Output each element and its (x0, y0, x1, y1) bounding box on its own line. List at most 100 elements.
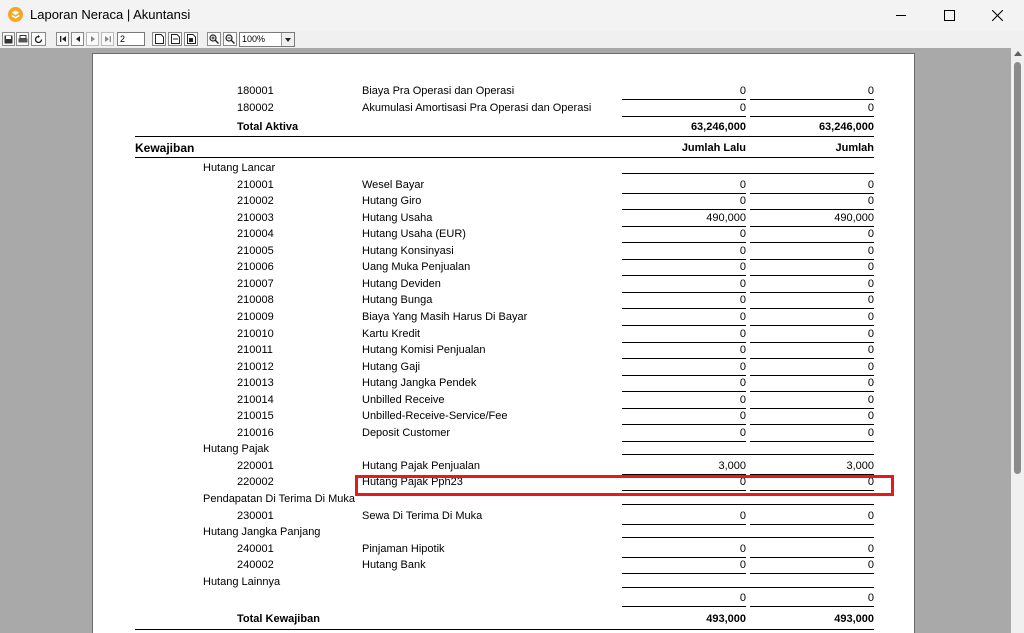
zoom-in-icon (209, 34, 219, 44)
amount-previous-underline (622, 308, 746, 309)
amount-previous: 0 (739, 195, 746, 207)
zoom-value: 100% (242, 34, 266, 44)
amount-previous: 0 (739, 394, 746, 406)
account-code: 240001 (237, 543, 274, 555)
group-underline (622, 504, 874, 505)
amount-previous: 0 (739, 311, 746, 323)
print-button[interactable] (16, 32, 29, 46)
account-code: 180001 (237, 85, 274, 97)
amount-previous: 0 (739, 85, 746, 97)
account-name: Hutang Bunga (362, 294, 433, 306)
minimize-button[interactable] (878, 0, 924, 31)
amount-previous-underline (622, 99, 746, 100)
total-aktiva-previous: 63,246,000 (690, 121, 746, 133)
amount-previous-underline (622, 524, 746, 525)
total-aktiva-current: 63,246,000 (818, 121, 874, 133)
account-name: Hutang Usaha (EUR) (362, 228, 466, 240)
total-kewajiban-label: Total Kewajiban (237, 613, 320, 625)
previous-page-icon (75, 36, 80, 42)
previous-page-button[interactable] (71, 32, 84, 46)
account-code: 210002 (237, 195, 274, 207)
vertical-scrollbar[interactable] (1011, 48, 1024, 633)
amount-current: 0 (867, 328, 874, 340)
amount-current: 0 (867, 179, 874, 191)
amount-current: 0 (867, 344, 874, 356)
last-page-button[interactable] (101, 32, 114, 46)
amount-current-underline (750, 308, 874, 309)
amount-previous-underline (622, 441, 746, 442)
amount-current-underline (750, 441, 874, 442)
refresh-icon (34, 34, 43, 43)
zoom-out-button[interactable] (223, 32, 237, 46)
amount-current-underline (750, 358, 874, 359)
whole-page-button[interactable] (184, 32, 198, 46)
title-bar: Laporan Neraca | Akuntansi (0, 0, 1024, 31)
amount-current-underline (750, 209, 874, 210)
amount-current-underline (750, 524, 874, 525)
account-code: 210005 (237, 245, 274, 257)
account-code: 210011 (237, 344, 273, 356)
amount-previous: 0 (739, 278, 746, 290)
amount-previous: 0 (739, 592, 746, 604)
header-divider (135, 157, 874, 158)
amount-previous-underline (622, 375, 746, 376)
next-page-button[interactable] (86, 32, 99, 46)
maximize-button[interactable] (926, 0, 972, 31)
highlight-box (355, 475, 894, 496)
zoom-in-button[interactable] (207, 32, 221, 46)
amount-current-underline (750, 115, 874, 117)
section-divider (135, 136, 874, 137)
zoom-out-icon (225, 34, 235, 44)
minimize-icon (895, 15, 906, 16)
amount-previous: 0 (739, 294, 746, 306)
amount-current: 0 (867, 559, 874, 571)
account-name: Biaya Yang Masih Harus Di Bayar (362, 311, 528, 323)
app-logo-icon (8, 7, 23, 22)
amount-current: 0 (867, 377, 874, 389)
printer-icon (18, 34, 27, 42)
amount-previous: 0 (739, 543, 746, 555)
group-name: Hutang Jangka Panjang (203, 526, 321, 538)
scroll-up-icon[interactable] (1014, 51, 1022, 56)
account-code: 210014 (237, 394, 274, 406)
amount-previous: 0 (739, 328, 746, 340)
amount-previous: 3,000 (718, 460, 746, 472)
amount-previous-underline (622, 115, 746, 117)
amount-current-underline (750, 606, 874, 607)
amount-current: 0 (867, 510, 874, 522)
account-name: Biaya Pra Operasi dan Operasi (362, 85, 515, 97)
close-button[interactable] (974, 0, 1020, 31)
amount-previous-underline (622, 557, 746, 558)
page-setup-button[interactable] (152, 32, 166, 46)
account-code: 210003 (237, 212, 274, 224)
first-page-button[interactable] (56, 32, 69, 46)
amount-previous-underline (622, 226, 746, 227)
account-name: Pinjaman Hipotik (362, 543, 445, 555)
amount-current-underline (750, 573, 874, 574)
amount-previous-underline (622, 424, 746, 425)
scroll-thumb[interactable] (1014, 62, 1021, 474)
account-name: Unbilled Receive (362, 394, 445, 406)
close-icon (991, 10, 1003, 21)
zoom-select[interactable]: 100% (239, 32, 295, 47)
first-page-icon (59, 36, 66, 42)
account-name: Hutang Gaji (362, 361, 421, 373)
save-button[interactable] (2, 32, 15, 46)
amount-previous-underline (622, 193, 746, 194)
page-number-input[interactable]: 2 (117, 32, 145, 46)
amount-current: 0 (867, 294, 874, 306)
refresh-button[interactable] (31, 32, 46, 46)
account-name: Unbilled-Receive-Service/Fee (362, 410, 508, 422)
amount-current-underline (750, 342, 874, 343)
section-header-kewajiban: Kewajiban (135, 141, 195, 155)
amount-current-underline (750, 99, 874, 100)
amount-previous-underline (622, 342, 746, 343)
total-divider (135, 629, 874, 630)
amount-previous-underline (622, 242, 746, 243)
account-code: 210001 (237, 179, 274, 191)
page-width-button[interactable] (168, 32, 182, 46)
account-name: Hutang Deviden (362, 278, 441, 290)
amount-current-underline (750, 292, 874, 293)
total-kewajiban-current: 493,000 (834, 613, 874, 625)
amount-current: 0 (867, 311, 874, 323)
